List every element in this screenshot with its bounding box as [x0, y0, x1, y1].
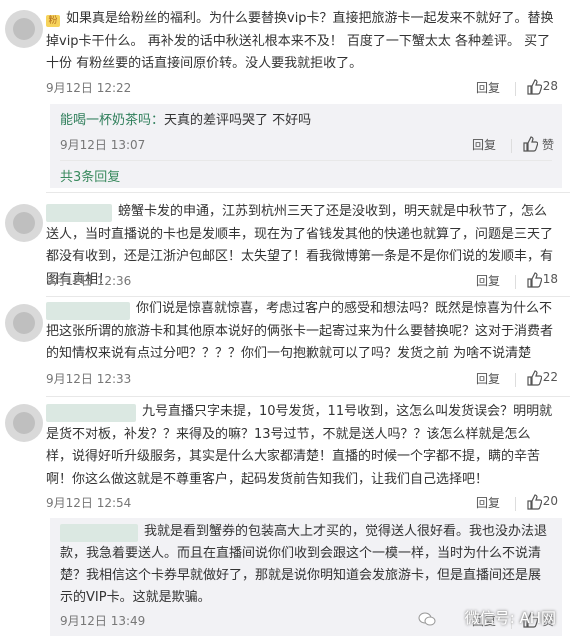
comment-time: 9月12日 12:33 — [46, 372, 132, 386]
thumbs-up-icon[interactable] — [526, 79, 542, 95]
comment-text: 你们说是惊喜就惊喜，考虑过客户的感受和想法吗？既然是惊喜为什么不把这张所谓的旅游… — [46, 301, 554, 361]
comment-meta: 9月12日 12:54 回复 20 — [46, 494, 560, 514]
comment-time: 9月12日 12:36 — [46, 274, 132, 288]
like-count: 28 — [542, 79, 558, 93]
comment-text: 粉如果真是给粉丝的福利。为什么要替换vip卡？直接把旅游卡一起发来不就好了。替换… — [46, 11, 554, 71]
divider — [46, 396, 570, 397]
comment-text: 九号直播只字未提，10号发货，11号收到，这怎么叫发货误会？明明就是货不对板，补… — [46, 404, 553, 487]
avatar[interactable] — [5, 404, 43, 442]
reply-meta: 9月12日 13:07 回复 赞 — [60, 136, 556, 156]
reply-button[interactable]: 回复 — [476, 272, 500, 289]
comment-4: 九号直播只字未提，10号发货，11号收到，这怎么叫发货误会？明明就是货不对板，补… — [0, 396, 570, 636]
avatar[interactable] — [5, 10, 43, 48]
thumbs-up-icon[interactable] — [526, 272, 542, 288]
thumbs-up-icon[interactable] — [526, 370, 542, 386]
reply-button[interactable]: 回复 — [476, 370, 500, 387]
divider — [46, 192, 570, 193]
comment-time: 9月12日 12:22 — [46, 81, 132, 95]
divider — [515, 82, 516, 96]
reply-box: 能喝一杯奶茶吗：天真的差评吗哭了 不好吗 9月12日 13:07 回复 赞 共3… — [50, 104, 562, 188]
reply-time: 9月12日 13:07 — [60, 138, 146, 152]
like-count: 22 — [542, 370, 558, 384]
comment-meta: 9月12日 12:36 回复 18 — [46, 272, 560, 292]
divider — [60, 160, 552, 161]
reply-button[interactable]: 回复 — [472, 136, 496, 153]
comment-meta: 9月12日 12:33 回复 22 — [46, 370, 560, 390]
divider — [511, 139, 512, 153]
comment-time: 9月12日 12:54 — [46, 496, 132, 510]
divider — [515, 497, 516, 511]
divider — [46, 296, 570, 297]
reply-time: 9月12日 13:49 — [60, 614, 146, 628]
thumbs-up-icon[interactable] — [526, 494, 542, 510]
reply-text: 我就是看到蟹券的包装高大上才买的，觉得送人很好看。我也没办法退款，我急着要送人。… — [60, 524, 548, 605]
more-replies-link[interactable]: 共3条回复 — [60, 166, 120, 185]
comment-1: 粉如果真是给粉丝的福利。为什么要替换vip卡？直接把旅游卡一起发来不就好了。替换… — [0, 0, 570, 190]
watermark: 微信号: AH网 — [464, 609, 556, 627]
comment-2: 螃蟹卡发的申通，江苏到杭州三天了还是没收到，明天就是中秋节了，怎么送人，当时直播… — [0, 192, 570, 296]
comment-3: 你们说是惊喜就惊喜，考虑过客户的感受和想法吗？既然是惊喜为什么不把这张所谓的旅游… — [0, 296, 570, 396]
divider — [515, 373, 516, 387]
reply-nickname[interactable]: 能喝一杯奶茶吗 — [60, 113, 151, 128]
comment-meta: 9月12日 12:22 回复 28 — [46, 79, 560, 99]
thumbs-up-icon[interactable] — [522, 136, 538, 152]
like-count: 18 — [542, 272, 558, 286]
reply-text: 能喝一杯奶茶吗：天真的差评吗哭了 不好吗 — [60, 113, 312, 128]
divider — [515, 275, 516, 289]
avatar[interactable] — [5, 304, 43, 342]
reply-button[interactable]: 回复 — [476, 79, 500, 96]
like-label[interactable]: 赞 — [542, 136, 554, 153]
reply-button[interactable]: 回复 — [476, 494, 500, 511]
wechat-icon — [418, 612, 436, 626]
avatar[interactable] — [5, 204, 43, 242]
fan-badge-icon: 粉 — [46, 15, 60, 27]
like-count: 20 — [542, 494, 558, 508]
